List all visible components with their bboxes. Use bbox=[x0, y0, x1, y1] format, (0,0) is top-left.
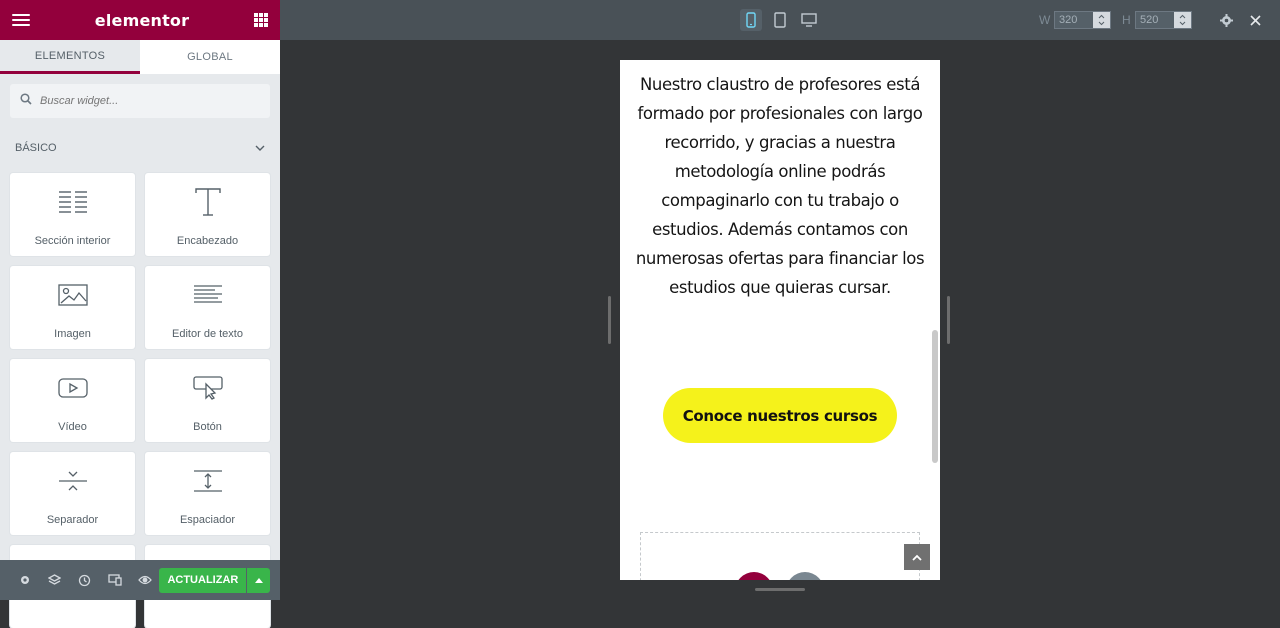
height-stepper[interactable] bbox=[1174, 12, 1191, 28]
widget-divider[interactable]: Separador bbox=[10, 452, 135, 535]
device-mobile-button[interactable] bbox=[740, 9, 762, 31]
device-desktop-button[interactable] bbox=[798, 9, 820, 31]
tab-elements[interactable]: ELEMENTOS bbox=[0, 40, 140, 74]
responsive-mode-icon[interactable] bbox=[100, 560, 130, 600]
widget-label: Imagen bbox=[54, 328, 91, 340]
button-icon bbox=[192, 373, 223, 403]
caret-up-icon bbox=[254, 577, 263, 583]
widget-label: Encabezado bbox=[176, 235, 239, 247]
widget-image[interactable]: Imagen bbox=[10, 266, 135, 349]
widget-video[interactable]: Vídeo bbox=[10, 359, 135, 442]
image-icon bbox=[57, 280, 88, 310]
publish-options-button[interactable] bbox=[247, 567, 270, 593]
widget-label: Espaciador bbox=[179, 514, 236, 526]
height-field bbox=[1135, 11, 1192, 29]
menu-icon[interactable] bbox=[12, 14, 30, 26]
divider-icon bbox=[58, 466, 88, 496]
chevron-down-icon bbox=[255, 142, 265, 154]
widget-inner-section[interactable]: Sección interior bbox=[10, 173, 135, 256]
width-label: W bbox=[1039, 13, 1051, 27]
navigator-layers-icon[interactable] bbox=[40, 560, 70, 600]
widgets-grid-icon[interactable] bbox=[254, 13, 268, 27]
mobile-icon bbox=[746, 12, 756, 28]
desktop-icon bbox=[801, 13, 817, 27]
chevron-up-icon bbox=[912, 554, 922, 561]
search-input[interactable] bbox=[40, 95, 240, 107]
preview-eye-icon[interactable] bbox=[130, 560, 160, 600]
editor-panel: elementor ELEMENTOS GLOBAL BÁSICO bbox=[0, 0, 280, 628]
scroll-to-top-button[interactable] bbox=[904, 544, 930, 570]
width-input[interactable] bbox=[1055, 14, 1093, 26]
gear-icon bbox=[1219, 13, 1233, 27]
empty-section-placeholder[interactable] bbox=[640, 532, 920, 580]
panel-footer: ACTUALIZAR bbox=[0, 560, 280, 600]
mobile-preview-frame: Nuestro claustro de profesores está form… bbox=[620, 60, 940, 580]
widget-label: Vídeo bbox=[58, 421, 87, 433]
update-button[interactable]: ACTUALIZAR bbox=[159, 567, 247, 593]
responsive-settings-button[interactable] bbox=[1215, 9, 1237, 31]
search-icon bbox=[20, 92, 32, 110]
tablet-icon bbox=[774, 12, 786, 28]
close-responsive-button[interactable] bbox=[1244, 9, 1266, 31]
resize-handle-bottom[interactable] bbox=[755, 588, 805, 591]
inner-section-icon bbox=[58, 187, 88, 217]
widget-search bbox=[10, 84, 270, 118]
panel-tabs: ELEMENTOS GLOBAL bbox=[0, 40, 280, 74]
video-icon bbox=[57, 373, 88, 403]
preview-scrollbar[interactable] bbox=[932, 330, 938, 463]
widget-label: Botón bbox=[193, 421, 222, 433]
history-icon[interactable] bbox=[70, 560, 100, 600]
height-input[interactable] bbox=[1136, 14, 1174, 26]
category-header-basic[interactable]: BÁSICO bbox=[0, 140, 280, 156]
brand-logo: elementor bbox=[94, 10, 190, 30]
spacer-icon bbox=[193, 466, 223, 496]
width-field bbox=[1054, 11, 1111, 29]
resize-handle-right[interactable] bbox=[947, 296, 950, 344]
responsive-toolbar: W H bbox=[280, 0, 1280, 40]
device-tablet-button[interactable] bbox=[769, 9, 791, 31]
panel-header: elementor bbox=[0, 0, 280, 40]
text-editor-icon bbox=[193, 280, 223, 310]
tab-global[interactable]: GLOBAL bbox=[140, 40, 280, 74]
widget-button[interactable]: Botón bbox=[145, 359, 270, 442]
close-icon bbox=[1249, 14, 1261, 26]
category-label: BÁSICO bbox=[15, 142, 57, 154]
body-paragraph: Nuestro claustro de profesores está form… bbox=[635, 75, 925, 297]
heading-icon bbox=[194, 187, 222, 217]
widget-text-editor[interactable]: Editor de texto bbox=[145, 266, 270, 349]
resize-handle-left[interactable] bbox=[608, 296, 611, 344]
widget-spacer[interactable]: Espaciador bbox=[145, 452, 270, 535]
widget-label: Separador bbox=[46, 514, 99, 526]
courses-cta-button[interactable]: Conoce nuestros cursos bbox=[663, 388, 897, 443]
settings-icon[interactable] bbox=[10, 560, 40, 600]
width-stepper[interactable] bbox=[1093, 12, 1110, 28]
widget-label: Editor de texto bbox=[172, 328, 243, 340]
widget-label: Sección interior bbox=[34, 235, 111, 247]
height-label: H bbox=[1122, 13, 1131, 27]
widget-heading[interactable]: Encabezado bbox=[145, 173, 270, 256]
